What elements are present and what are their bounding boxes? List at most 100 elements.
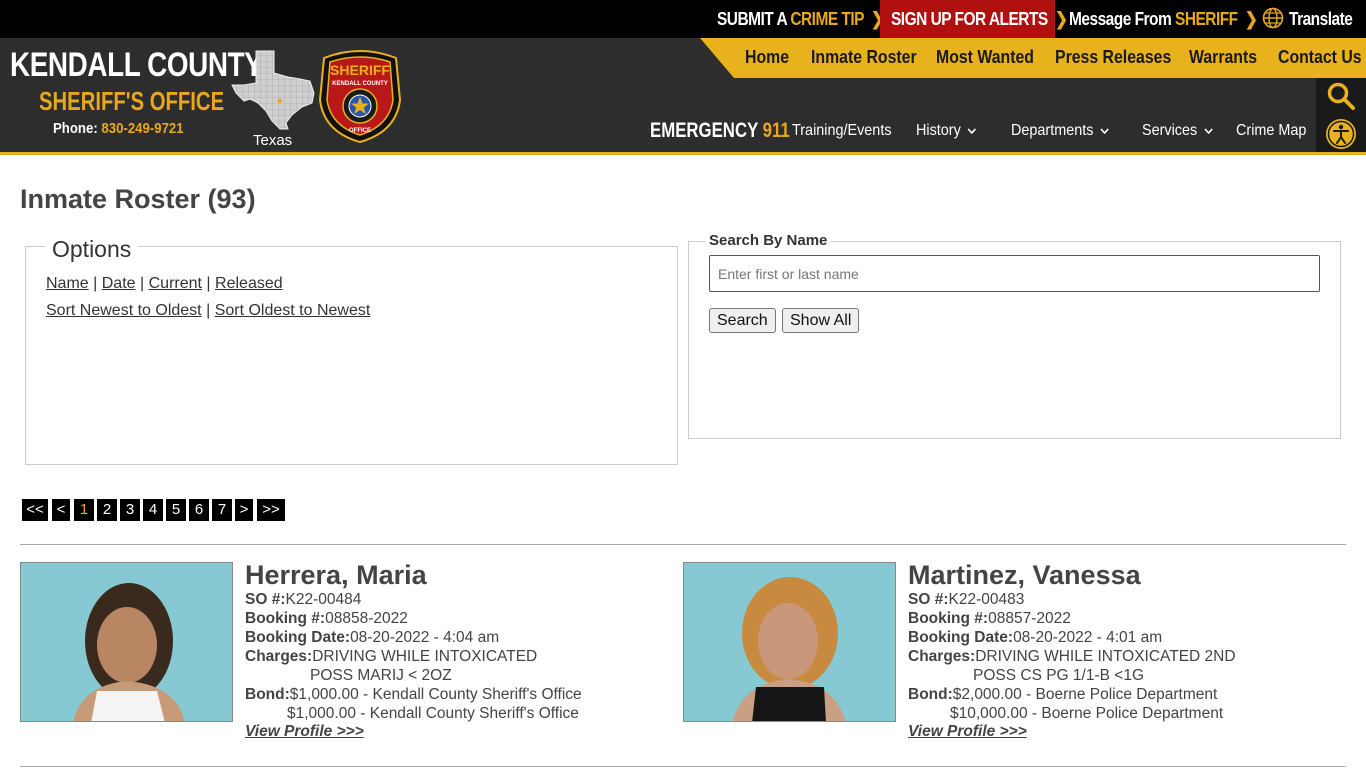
booking-label: Booking #: — [908, 610, 989, 627]
filter-links: Name | Date | Current | Released — [46, 275, 283, 293]
sign-up-alerts-link[interactable]: SIGN UP FOR ALERTS ❯ — [891, 0, 1068, 38]
booking-value: 08858-2022 — [325, 610, 408, 627]
so-label: SO #: — [245, 591, 286, 608]
divider — [20, 766, 1346, 767]
message-prefix: Message From — [1069, 9, 1172, 29]
page-prev[interactable]: < — [52, 499, 70, 521]
page-6[interactable]: 6 — [189, 499, 209, 521]
chevron-down-icon — [1100, 128, 1109, 135]
inmate-photo[interactable] — [20, 562, 233, 722]
charges-label: Charges: — [245, 648, 313, 665]
nav-most-wanted[interactable]: Most Wanted — [936, 47, 1034, 68]
charge-value: POSS MARIJ < 2OZ — [310, 667, 452, 684]
bond-value: $1,000.00 - Kendall County Sheriff's Off… — [289, 686, 582, 703]
filter-released-link[interactable]: Released — [215, 275, 283, 292]
booking-value: 08857-2022 — [988, 610, 1071, 627]
divider — [20, 544, 1346, 545]
view-profile-link[interactable]: View Profile >>> — [908, 723, 1027, 741]
inmate-so: SO #:K22-00484 — [245, 591, 361, 609]
page-3[interactable]: 3 — [120, 499, 140, 521]
options-legend: Options — [45, 236, 139, 263]
mugshot-image — [684, 563, 895, 721]
bond-value: $10,000.00 - Boerne Police Department — [950, 705, 1224, 722]
inmate-bond: Bond:$2,000.00 - Boerne Police Departmen… — [908, 686, 1217, 704]
nav-contact-us[interactable]: Contact Us — [1278, 47, 1362, 68]
utility-bar: SUBMIT A CRIME TIP ❯ SIGN UP FOR ALERTS … — [0, 0, 1366, 38]
nav-crime-map[interactable]: Crime Map — [1236, 122, 1306, 140]
inmate-booking: Booking #:08858-2022 — [245, 610, 408, 628]
sheriff-badge-logo[interactable]: SHERIFF KENDALL COUNTY OFFICE — [316, 48, 404, 144]
view-profile-link[interactable]: View Profile >>> — [245, 723, 364, 741]
inmate-charges: Charges:DRIVING WHILE INTOXICATED 2ND — [908, 648, 1236, 666]
chevron-right-icon: ❯ — [1244, 9, 1258, 29]
search-icon[interactable] — [1326, 81, 1356, 111]
inmate-name: Martinez, Vanessa — [908, 560, 1141, 590]
phone-number[interactable]: 830-249-9721 — [101, 120, 183, 137]
nav-home[interactable]: Home — [745, 47, 789, 68]
nav-services[interactable]: Services — [1142, 122, 1213, 140]
search-legend: Search By Name — [705, 232, 832, 249]
bond-label: Bond: — [908, 686, 953, 703]
charges-label: Charges: — [908, 648, 976, 665]
inmate-charges: Charges:DRIVING WHILE INTOXICATED — [245, 648, 537, 666]
sort-oldest-link[interactable]: Sort Oldest to Newest — [215, 302, 371, 319]
page-7[interactable]: 7 — [212, 499, 232, 521]
nav-departments[interactable]: Departments — [1011, 122, 1109, 140]
booking-date-label: Booking Date: — [908, 629, 1014, 646]
filter-current-link[interactable]: Current — [149, 275, 202, 292]
submit-crime-tip-link[interactable]: SUBMIT A CRIME TIP ❯ — [717, 0, 884, 38]
site-title[interactable]: KENDALL COUNTY — [10, 46, 263, 85]
separator: | — [206, 302, 211, 319]
chevron-down-icon — [967, 128, 977, 135]
booking-date-value: 08-20-2022 - 4:01 am — [1013, 629, 1163, 646]
inmate-booking-date: Booking Date:08-20-2022 - 4:01 am — [908, 629, 1162, 647]
emergency-number: 911 — [762, 119, 790, 142]
inmate-name: Herrera, Maria — [245, 560, 427, 590]
nav-services-label: Services — [1142, 122, 1198, 139]
message-from-sheriff-link[interactable]: Message From SHERIFF ❯ — [1069, 0, 1258, 38]
booking-label: Booking #: — [245, 610, 326, 627]
page-5[interactable]: 5 — [166, 499, 186, 521]
bond-label: Bond: — [245, 686, 290, 703]
alerts-label: SIGN UP FOR ALERTS — [891, 9, 1048, 29]
inmate-so: SO #:K22-00483 — [908, 591, 1024, 609]
page-1[interactable]: 1 — [74, 499, 94, 521]
nav-warrants[interactable]: Warrants — [1189, 47, 1257, 68]
chevron-right-icon: ❯ — [1054, 9, 1068, 29]
bond-value: $1,000.00 - Kendall County Sheriff's Off… — [287, 705, 579, 722]
page-next[interactable]: > — [235, 499, 253, 521]
sort-newest-link[interactable]: Sort Newest to Oldest — [46, 302, 202, 319]
filter-name-link[interactable]: Name — [46, 275, 89, 292]
nav-inmate-roster[interactable]: Inmate Roster — [811, 47, 917, 68]
page-first[interactable]: << — [22, 499, 48, 521]
inmate-booking-date: Booking Date:08-20-2022 - 4:04 am — [245, 629, 499, 647]
page-last[interactable]: >> — [257, 499, 285, 521]
search-button[interactable]: Search — [709, 308, 776, 333]
page-2[interactable]: 2 — [97, 499, 117, 521]
accessibility-icon[interactable] — [1325, 118, 1357, 150]
booking-date-label: Booking Date: — [245, 629, 351, 646]
show-all-button[interactable]: Show All — [782, 308, 860, 333]
crime-tip-prefix: SUBMIT A — [717, 9, 787, 29]
badge-top-text: SHERIFF — [330, 62, 390, 78]
sort-links: Sort Newest to Oldest | Sort Oldest to N… — [46, 302, 370, 320]
inmate-booking: Booking #:08857-2022 — [908, 610, 1071, 628]
booking-date-value: 08-20-2022 - 4:04 am — [350, 629, 500, 646]
name-search-input[interactable] — [709, 255, 1320, 292]
site-subtitle[interactable]: SHERIFF'S OFFICE — [39, 86, 224, 117]
chevron-down-icon — [1204, 128, 1213, 135]
translate-link[interactable]: Translate — [1289, 0, 1353, 38]
inmate-photo[interactable] — [683, 562, 896, 722]
emergency-label: EMERGENCY — [650, 119, 758, 142]
filter-date-link[interactable]: Date — [102, 275, 136, 292]
page-4[interactable]: 4 — [143, 499, 163, 521]
badge-bottom-text: OFFICE — [349, 128, 371, 134]
texas-map-icon — [231, 50, 315, 130]
nav-press-releases[interactable]: Press Releases — [1055, 47, 1171, 68]
emergency-911[interactable]: EMERGENCY 911 — [650, 119, 790, 143]
nav-training-events[interactable]: Training/Events — [792, 122, 892, 140]
page-title: Inmate Roster (93) — [20, 184, 256, 214]
nav-history-label: History — [916, 122, 961, 139]
inmate-bond: Bond:$1,000.00 - Kendall County Sheriff'… — [245, 686, 582, 704]
nav-history[interactable]: History — [916, 122, 977, 140]
